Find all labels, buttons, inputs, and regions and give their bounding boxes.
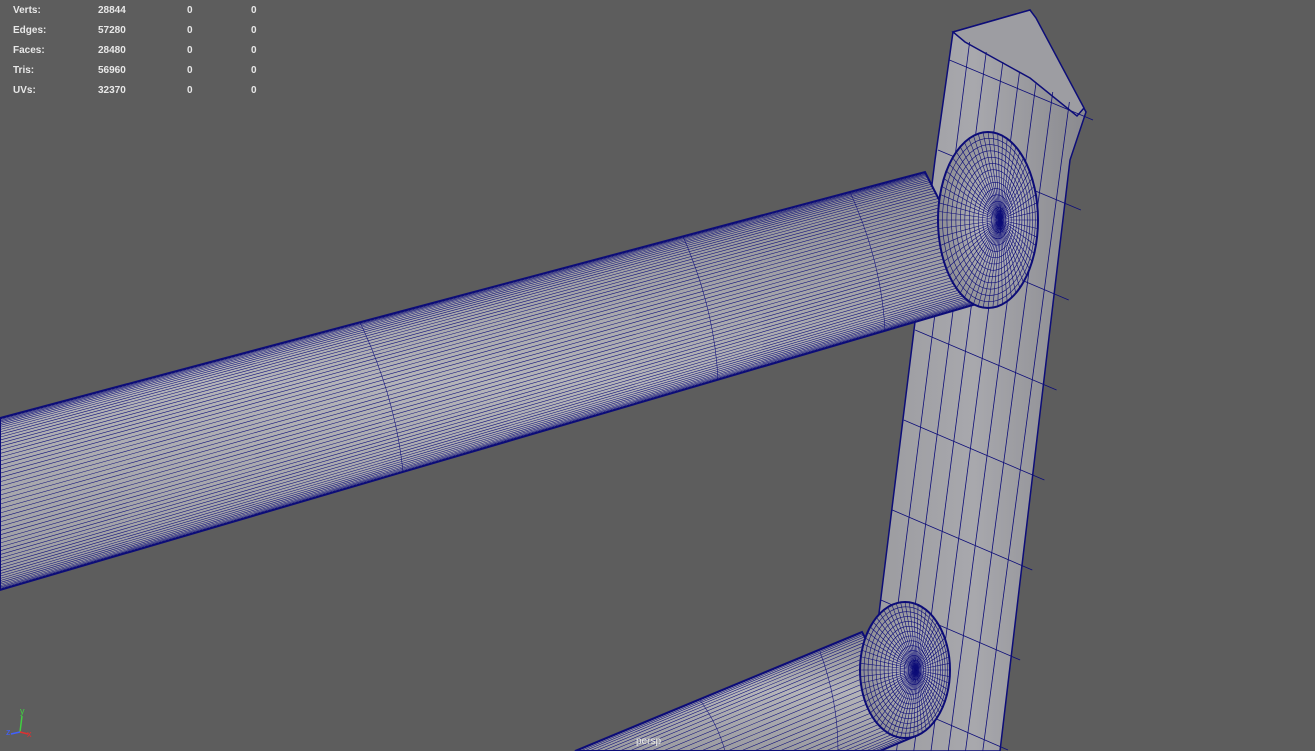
- hud-row: UVs: 32370 0 0: [13, 81, 273, 101]
- upper-rail-tube-mesh[interactable]: [0, 170, 992, 592]
- hud-value: 0: [187, 85, 193, 96]
- hud-value: 0: [251, 45, 257, 56]
- hud-value: 28844: [98, 5, 126, 16]
- hud-label: Edges:: [13, 25, 47, 36]
- hud-value: 0: [187, 45, 193, 56]
- hud-value: 0: [187, 25, 193, 36]
- axis-gizmo-icon: y z x: [6, 706, 32, 739]
- hud-value: 0: [187, 5, 193, 16]
- hud-label: Verts:: [13, 5, 41, 16]
- wireframe-scene[interactable]: [0, 0, 1315, 751]
- hud-value: 0: [187, 65, 193, 76]
- hud-row: Verts: 28844 0 0: [13, 1, 273, 21]
- hud-value: 32370: [98, 85, 126, 96]
- camera-name-label: persp: [636, 736, 662, 747]
- hud-row: Faces: 28480 0 0: [13, 41, 273, 61]
- axis-y-label: y: [20, 706, 25, 716]
- hud-row: Tris: 56960 0 0: [13, 61, 273, 81]
- axis-x-label: x: [27, 729, 32, 739]
- hud-label: Tris:: [13, 65, 35, 76]
- hud-value: 0: [251, 25, 257, 36]
- hud-row: Edges: 57280 0 0: [13, 21, 273, 41]
- hud-value: 28480: [98, 45, 126, 56]
- hud-label: Faces:: [13, 45, 45, 56]
- axis-z-label: z: [6, 727, 11, 737]
- 3d-viewport[interactable]: Verts: 28844 0 0 Edges: 57280 0 0 Faces: 28480 0 0 T…: [0, 0, 1315, 751]
- hud-label: UVs:: [13, 85, 36, 96]
- hud-value: 0: [251, 5, 257, 16]
- hud-value: 57280: [98, 25, 126, 36]
- hud-value: 56960: [98, 65, 126, 76]
- poly-count-hud: Verts: 28844 0 0 Edges: 57280 0 0 Faces: 28480 0 0 T…: [13, 1, 273, 101]
- hud-value: 0: [251, 65, 257, 76]
- lower-flange-mesh[interactable]: [859, 601, 951, 739]
- upper-flange-mesh[interactable]: [937, 131, 1039, 309]
- hud-value: 0: [251, 85, 257, 96]
